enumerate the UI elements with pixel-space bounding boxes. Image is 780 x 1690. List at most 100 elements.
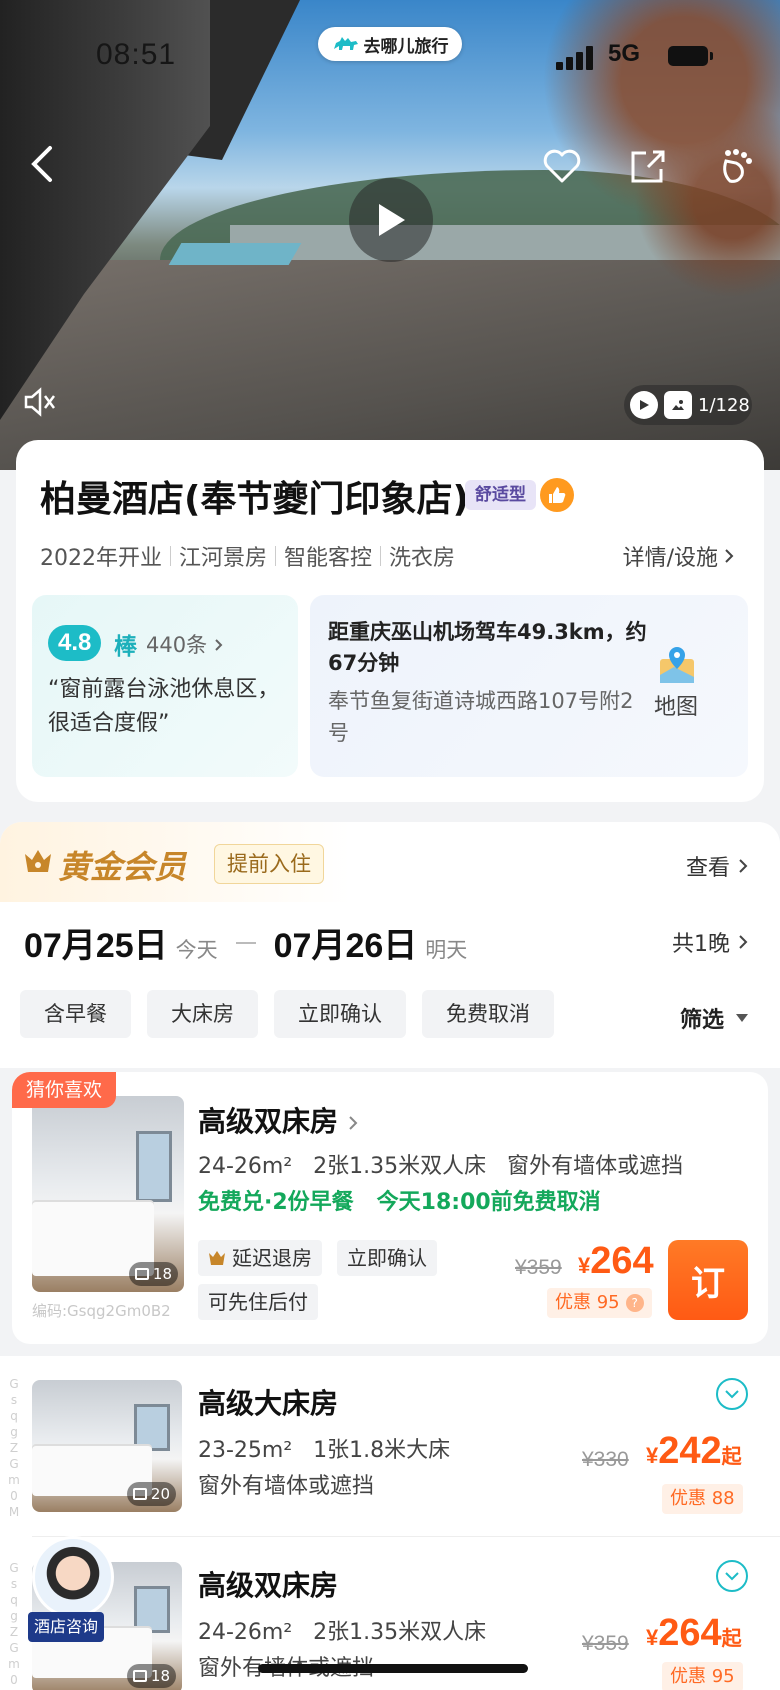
room-specs: 23-25m² 1张1.8米大床 xyxy=(198,1432,450,1464)
expand-room-button[interactable] xyxy=(716,1378,748,1410)
book-button[interactable]: 订 xyxy=(668,1240,748,1320)
currency-symbol: ¥ xyxy=(646,1625,659,1650)
photo-icon xyxy=(132,1670,147,1682)
home-indicator xyxy=(258,1664,528,1673)
discount-text: 优惠 95 xyxy=(555,1292,620,1313)
member-view-link[interactable]: 查看 xyxy=(686,850,748,882)
photo-count: 18 xyxy=(128,1262,178,1286)
room-window xyxy=(134,1585,170,1634)
photo-count-text: 20 xyxy=(150,1485,170,1503)
share-button[interactable] xyxy=(626,144,670,188)
battery-icon xyxy=(668,46,713,66)
room-name[interactable]: 高级双床房 xyxy=(198,1100,358,1140)
photo-icon xyxy=(664,391,692,419)
footprint-button[interactable] xyxy=(714,144,758,188)
gallery-count-text: 1/128 xyxy=(698,394,750,416)
cancel-perk: 今天18:00前免费取消 xyxy=(376,1190,601,1215)
hotel-consult-button[interactable]: 酒店咨询 xyxy=(28,1536,116,1646)
room-size: 24-26m² xyxy=(198,1154,293,1179)
back-button[interactable] xyxy=(20,142,64,186)
room-window-info: 窗外有墙体或遮挡 xyxy=(507,1154,684,1179)
room-name-text: 高级双床房 xyxy=(198,1105,339,1138)
room-name[interactable]: 高级大床房 xyxy=(198,1382,338,1422)
photo-count: 18 xyxy=(126,1664,176,1688)
review-count: 440条 xyxy=(146,629,224,659)
checkout-date: 07月26日 xyxy=(273,927,418,965)
room-name[interactable]: 高级双床房 xyxy=(198,1564,338,1604)
discount-badge: 优惠 88 xyxy=(662,1484,743,1514)
original-price: ¥359 xyxy=(515,1256,562,1279)
chevron-right-icon xyxy=(739,935,748,949)
crown-icon xyxy=(25,850,51,872)
chevron-right-icon xyxy=(349,1116,358,1130)
room-list: GsqgZGm0M 20 高级大床房 23-25m² 1张1.8米大床 窗外有墙… xyxy=(0,1356,780,1690)
view-label: 查看 xyxy=(685,856,730,881)
filter-chip-king-bed[interactable]: 大床房 xyxy=(147,990,258,1038)
location-box[interactable]: 距重庆巫山机场驾车49.3km，约67分钟 奉节鱼复街道诗城西路107号附2号 … xyxy=(310,595,748,777)
quick-filters: 含早餐 大床房 立即确认 免费取消 xyxy=(20,990,554,1038)
details-facilities-link[interactable]: 详情/设施 xyxy=(623,540,734,572)
recommend-badge: 猜你喜欢 xyxy=(12,1072,117,1108)
late-checkout-tag: 延迟退房 xyxy=(198,1240,322,1276)
chevron-right-icon xyxy=(215,639,223,651)
hotel-address: 奉节鱼复街道诗城西路107号附2号 xyxy=(328,689,634,745)
filter-chip-free-cancel[interactable]: 免费取消 xyxy=(422,990,554,1038)
brand-pill: 去哪儿旅行 xyxy=(318,27,462,61)
discount-badge[interactable]: 优惠 95? xyxy=(547,1288,652,1318)
brand-name: 去哪儿旅行 xyxy=(363,36,449,57)
room-bed-type: 2张1.35米双人床 xyxy=(313,1620,487,1645)
agent-avatar xyxy=(32,1536,114,1618)
feature-item: 智能客控 xyxy=(284,546,373,571)
map-pin-icon xyxy=(660,647,694,683)
room-card-featured[interactable]: 18 猜你喜欢 编码:Gsqg2Gm0B2 高级双床房 24-26m² 2张1.… xyxy=(12,1072,768,1344)
current-price: ¥264 xyxy=(578,1240,654,1283)
price-value: 264 xyxy=(590,1240,654,1282)
mute-button[interactable] xyxy=(22,384,58,420)
room-code: 编码:Gsqg2Gm0B2 xyxy=(32,1302,171,1320)
chevron-down-icon xyxy=(725,1390,739,1399)
gallery-counter[interactable]: 1/128 xyxy=(624,385,752,425)
room-photo[interactable]: 20 xyxy=(32,1380,182,1512)
room-bed-type: 1张1.8米大床 xyxy=(313,1438,451,1463)
divider xyxy=(275,546,277,566)
review-quote: “窗前露台泳池休息区，很适合度假” xyxy=(48,677,280,736)
checkin-day: 今天 xyxy=(175,938,218,962)
feature-list: 2022年开业 江河景房 智能客控 洗衣房 xyxy=(40,540,455,572)
room-bed-type: 2张1.35米双人床 xyxy=(313,1154,487,1179)
feature-item: 江河景房 xyxy=(179,546,268,571)
details-link-label: 详情/设施 xyxy=(622,546,718,571)
divider xyxy=(170,546,171,566)
photo-count: 20 xyxy=(126,1482,176,1506)
date-selector[interactable]: 07月25日 今天 07月26日 明天 xyxy=(24,918,467,967)
checkin-date: 07月25日 xyxy=(24,927,168,965)
nights-count[interactable]: 共1晚 xyxy=(672,926,748,958)
filter-button[interactable]: 筛选 xyxy=(680,1002,748,1034)
chevron-down-icon xyxy=(725,1572,739,1581)
favorite-button[interactable] xyxy=(540,144,584,188)
hotel-type-tag: 舒适型 xyxy=(465,480,536,510)
heart-icon xyxy=(543,149,581,183)
play-video-button[interactable] xyxy=(349,178,433,262)
consult-label: 酒店咨询 xyxy=(28,1612,105,1642)
signal-icon xyxy=(556,46,596,70)
share-icon xyxy=(631,150,665,183)
room-divider xyxy=(32,1536,780,1537)
price-value: 242 xyxy=(658,1430,722,1472)
rating-box[interactable]: 4.8 棒 440条 “窗前露台泳池休息区，很适合度假” xyxy=(32,595,298,777)
room-photo[interactable]: 18 xyxy=(32,1096,184,1292)
expand-room-button[interactable] xyxy=(716,1560,748,1592)
early-checkin-badge: 提前入住 xyxy=(214,844,324,884)
filter-chip-breakfast[interactable]: 含早餐 xyxy=(20,990,131,1038)
camel-logo-icon xyxy=(333,37,358,50)
crown-icon xyxy=(209,1251,225,1265)
current-price: ¥264起 xyxy=(646,1612,742,1655)
rating-score: 4.8 xyxy=(48,625,102,661)
feature-item: 2022年开业 xyxy=(40,546,162,571)
filter-chip-instant-confirm[interactable]: 立即确认 xyxy=(274,990,406,1038)
member-tier: 黄金会员 xyxy=(58,848,187,886)
filter-button-label: 筛选 xyxy=(679,1008,724,1033)
room-side-code: GsqgZGm0M xyxy=(8,1561,20,1690)
footprint-icon xyxy=(723,149,752,183)
photo-count-text: 18 xyxy=(152,1265,172,1283)
play-icon xyxy=(379,204,405,236)
